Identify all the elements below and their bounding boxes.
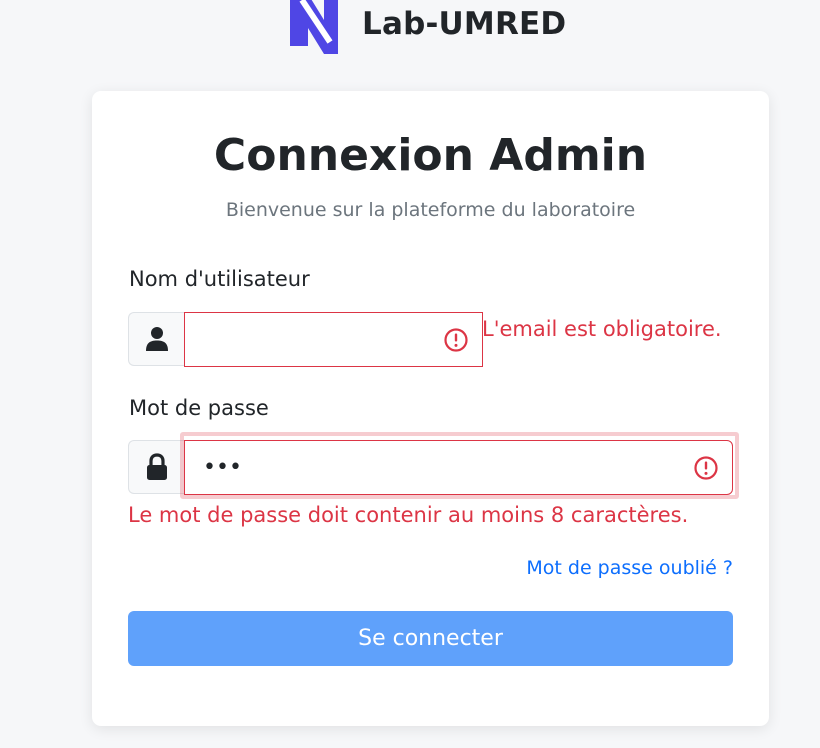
error-icon <box>694 456 718 480</box>
password-label: Mot de passe <box>129 396 269 420</box>
password-field[interactable] <box>184 440 733 495</box>
username-input[interactable] <box>185 313 482 366</box>
brand-header: Lab-UMRED <box>290 0 566 54</box>
error-icon <box>444 328 468 352</box>
username-field[interactable] <box>184 312 483 367</box>
password-icon-box <box>128 440 184 494</box>
password-input[interactable] <box>185 441 732 494</box>
username-icon-box <box>128 312 184 366</box>
lock-icon <box>146 453 167 480</box>
login-card: Connexion Admin Bienvenue sur la platefo… <box>92 91 769 726</box>
username-label: Nom d'utilisateur <box>129 267 310 291</box>
forgot-password-link[interactable]: Mot de passe oublié ? <box>526 557 733 579</box>
login-button[interactable]: Se connecter <box>128 611 733 666</box>
brand-name: Lab-UMRED <box>362 6 567 42</box>
lab-umred-logo-icon <box>290 0 338 54</box>
username-error: L'email est obligatoire. <box>482 317 722 341</box>
page-subtitle: Bienvenue sur la plateforme du laboratoi… <box>225 199 636 221</box>
user-icon <box>145 327 168 351</box>
page-title: Connexion Admin <box>213 130 648 181</box>
password-error: Le mot de passe doit contenir au moins 8… <box>128 503 689 527</box>
